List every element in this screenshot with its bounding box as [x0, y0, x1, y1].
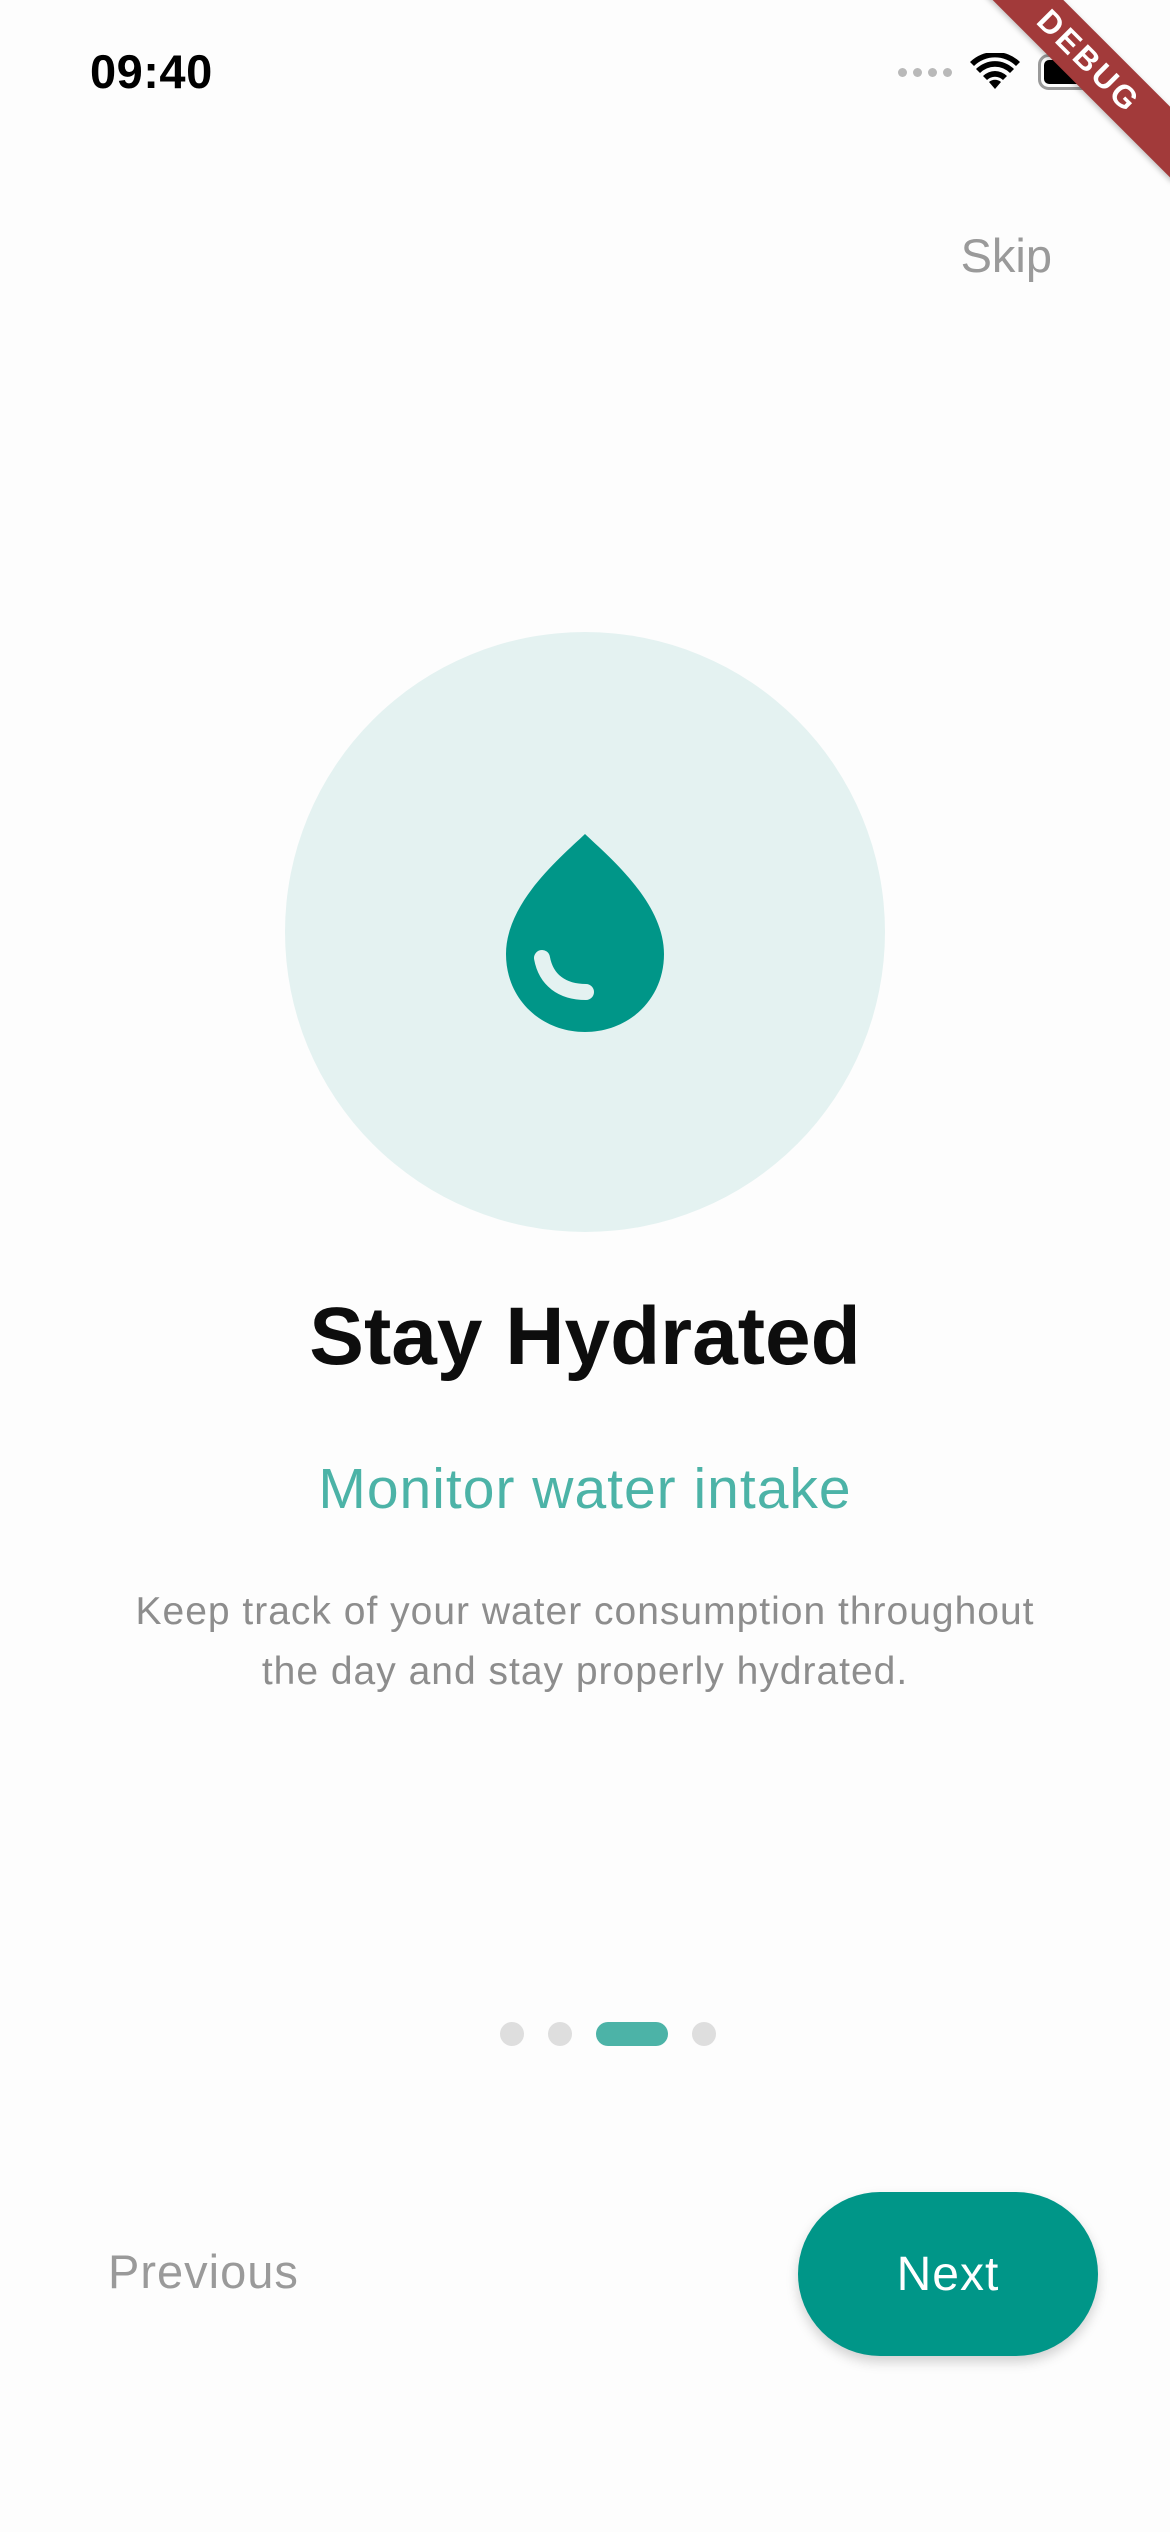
page-dot-1[interactable]: [500, 2022, 524, 2046]
page-dot-3-active[interactable]: [596, 2022, 668, 2046]
description-line: Keep track of your water consumption thr…: [135, 1590, 1035, 1633]
next-button[interactable]: Next: [798, 2192, 1098, 2356]
page-dot-4[interactable]: [692, 2022, 716, 2046]
page-description: Keep track of your water consumption thr…: [60, 1582, 1110, 1702]
page-title: Stay Hydrated: [309, 1291, 861, 1382]
status-time: 09:40: [90, 45, 213, 98]
water-drop-icon: [506, 834, 664, 1032]
description-line: the day and stay properly hydrated.: [261, 1650, 909, 1693]
previous-button[interactable]: Previous: [108, 2244, 299, 2299]
page-subtitle: Monitor water intake: [318, 1457, 852, 1521]
onboarding-screen: 09:40 DEBUG Skip Stay Hydrated Monitor w…: [0, 0, 1170, 2532]
skip-button[interactable]: Skip: [961, 228, 1052, 283]
cellular-signal-icon: [898, 67, 952, 77]
page-indicator: [23, 2022, 1170, 2046]
page-dot-2[interactable]: [548, 2022, 572, 2046]
wifi-icon: [970, 53, 1020, 89]
